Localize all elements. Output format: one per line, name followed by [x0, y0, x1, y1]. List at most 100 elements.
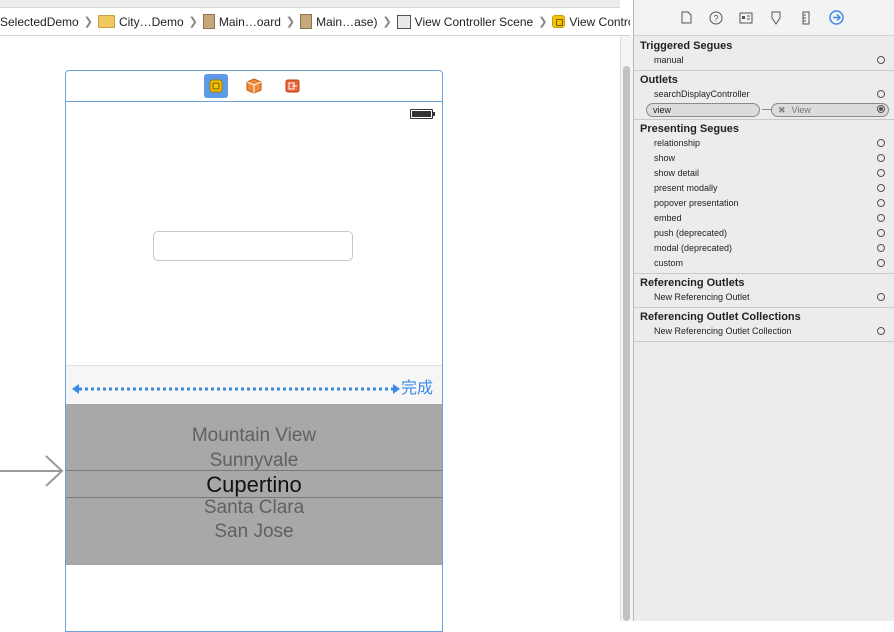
initial-view-controller-arrow-icon[interactable]: [0, 454, 66, 488]
input-accessory-toolbar: 完成: [66, 365, 442, 405]
view-controller-scene[interactable]: 完成 Mountain View Sunnyvale Cupertino San…: [65, 70, 443, 632]
connection-label: New Referencing Outlet Collection: [654, 326, 792, 336]
storyboard-file-icon: [202, 14, 215, 29]
canvas-vertical-scrollbar[interactable]: [620, 36, 633, 621]
connection-circle-icon[interactable]: [877, 199, 885, 207]
connection-label: modal (deprecated): [654, 243, 733, 253]
breadcrumb-scene[interactable]: View Controller Scene: [395, 14, 536, 29]
identity-inspector-tab[interactable]: [738, 10, 754, 26]
connection-circle-icon[interactable]: [877, 169, 885, 177]
connection-label: searchDisplayController: [654, 89, 750, 99]
outlet-target-label: View: [791, 105, 811, 115]
breadcrumb-storyboard-base[interactable]: Main…ase): [298, 14, 379, 29]
connection-circle-icon[interactable]: [877, 139, 885, 147]
section-title: Triggered Segues: [640, 40, 733, 52]
connection-circle-icon[interactable]: [877, 259, 885, 267]
svg-text:?: ?: [713, 13, 718, 23]
scene-icon: [396, 14, 411, 29]
connection-row: embed: [634, 211, 894, 226]
scrollbar-thumb[interactable]: [623, 66, 630, 621]
scene-dock: [66, 71, 442, 102]
dock-view-controller[interactable]: [204, 74, 228, 98]
size-inspector-tab[interactable]: [798, 10, 814, 26]
connection-label: present modally: [654, 183, 718, 193]
dock-exit[interactable]: [280, 74, 304, 98]
attributes-icon: [771, 11, 781, 25]
exit-icon: [285, 79, 299, 93]
done-button[interactable]: 完成: [401, 374, 433, 398]
city-text-field[interactable]: [153, 231, 353, 261]
connection-label: show: [654, 153, 676, 163]
chevron-right-icon: ❯: [285, 16, 296, 28]
breadcrumb-view-controller[interactable]: View Controller: [550, 15, 630, 29]
file-icon: [681, 11, 691, 24]
connection-label: show detail: [654, 168, 700, 178]
section-title: Outlets: [640, 74, 678, 86]
breadcrumb-storyboard[interactable]: Main…oard: [201, 14, 283, 29]
connection-circle-icon[interactable]: [877, 90, 885, 98]
section-title: Referencing Outlet Collections: [640, 311, 801, 323]
first-responder-cube-icon: [246, 78, 262, 94]
connection-label: New Referencing Outlet: [654, 292, 750, 302]
picker-row[interactable]: Sunnyvale: [66, 450, 442, 472]
connection-circle-icon[interactable]: [877, 293, 885, 301]
breadcrumb-project[interactable]: SelectedDemo: [0, 15, 81, 29]
quick-help-tab[interactable]: ?: [708, 10, 724, 26]
connection-circle-icon[interactable]: [877, 229, 885, 237]
referencing-outlets-section: Referencing Outlets New Referencing Outl…: [634, 274, 894, 308]
disconnect-x-icon[interactable]: ✖: [778, 105, 786, 115]
battery-icon: [410, 109, 435, 119]
connection-circle-icon[interactable]: [877, 327, 885, 335]
storyboard-canvas[interactable]: 完成 Mountain View Sunnyvale Cupertino San…: [0, 36, 620, 632]
attributes-inspector-tab[interactable]: [768, 10, 784, 26]
connected-circle-icon[interactable]: [877, 105, 885, 113]
picker-row-selected[interactable]: Cupertino: [66, 472, 442, 498]
connection-circle-icon[interactable]: [877, 56, 885, 64]
flexible-space-icon[interactable]: [72, 383, 400, 395]
connection-row: searchDisplayController: [634, 87, 894, 102]
picker-row[interactable]: San Jose: [66, 521, 442, 543]
connection-row: New Referencing Outlet Collection: [634, 324, 894, 339]
chevron-right-icon: ❯: [188, 16, 198, 28]
presenting-segues-section: Presenting Segues relationship show show…: [634, 120, 894, 274]
chevron-right-icon: ❯: [382, 16, 392, 28]
outlet-source-pill[interactable]: view: [646, 103, 760, 117]
connection-row: manual: [634, 53, 894, 68]
breadcrumb-view-controller-label: View Controller: [569, 14, 630, 29]
breadcrumb-project-label: SelectedDemo: [0, 14, 79, 29]
connection-circle-icon[interactable]: [877, 154, 885, 162]
section-title: Referencing Outlets: [640, 277, 745, 289]
outlet-target-pill[interactable]: ✖ View: [771, 103, 889, 117]
referencing-outlet-collections-section: Referencing Outlet Collections New Refer…: [634, 308, 894, 342]
breadcrumb-folder[interactable]: City…Demo: [96, 15, 186, 29]
connection-label: push (deprecated): [654, 228, 728, 238]
connected-outlet-row: view ✖ View: [634, 102, 894, 117]
connection-row: New Referencing Outlet: [634, 290, 894, 305]
connection-circle-icon[interactable]: [877, 214, 885, 222]
picker-row[interactable]: Santa Clara: [66, 497, 442, 519]
breadcrumb-scene-label: View Controller Scene: [414, 14, 534, 29]
connection-circle-icon[interactable]: [877, 244, 885, 252]
city-picker-view[interactable]: Mountain View Sunnyvale Cupertino Santa …: [66, 404, 442, 565]
connection-row: show detail: [634, 166, 894, 181]
connection-label: popover presentation: [654, 198, 739, 208]
chevron-right-icon: ❯: [83, 16, 93, 28]
file-inspector-tab[interactable]: [678, 10, 694, 26]
connection-row: custom: [634, 256, 894, 271]
view-controller-icon: [209, 79, 223, 93]
folder-icon: [97, 15, 115, 28]
outlets-section: Outlets searchDisplayController view ✖ Vi…: [634, 71, 894, 120]
breadcrumb-storyboard-base-label: Main…ase): [316, 14, 378, 29]
breadcrumb: SelectedDemo ❯ City…Demo ❯ Main…oard ❯ M…: [0, 8, 630, 36]
connection-circle-icon[interactable]: [877, 184, 885, 192]
inspector-tab-bar: ?: [634, 0, 894, 36]
connection-row: show: [634, 151, 894, 166]
picker-row[interactable]: Mountain View: [66, 425, 442, 447]
connections-inspector-tab[interactable]: [828, 10, 844, 26]
chevron-right-icon: ❯: [538, 16, 548, 28]
connection-label: manual: [654, 55, 684, 65]
breadcrumb-storyboard-label: Main…oard: [218, 14, 281, 29]
connection-label: relationship: [654, 138, 701, 148]
connection-label: custom: [654, 258, 684, 268]
dock-first-responder[interactable]: [242, 74, 266, 98]
